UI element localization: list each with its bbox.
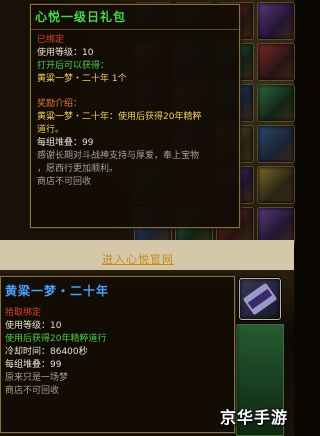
reward-line: 道行。 bbox=[37, 125, 65, 135]
stack-count: 每组堆叠：99 bbox=[37, 138, 94, 148]
flavor-text: ，愿西行更加顺利。 bbox=[37, 164, 119, 174]
site-watermark: 京华手游 bbox=[219, 408, 288, 427]
scroll-icon bbox=[243, 283, 277, 315]
inventory-slot[interactable] bbox=[257, 2, 295, 40]
tooltip-header: 心悦一级日礼包 bbox=[31, 5, 239, 30]
shop-note: 商店不可回收 bbox=[37, 177, 92, 187]
inventory-slot[interactable] bbox=[257, 84, 295, 122]
item-effect: 使用后获得20年精粹道行 bbox=[5, 334, 107, 344]
tooltip-header: 黄粱一梦・二十年 bbox=[1, 277, 234, 305]
stack-count: 每组堆叠：99 bbox=[5, 360, 62, 370]
shop-note: 商店不可回收 bbox=[5, 386, 60, 396]
scroll-item-icon[interactable] bbox=[239, 278, 281, 320]
bound-status: 已绑定 bbox=[37, 35, 65, 45]
inventory-slot[interactable] bbox=[257, 166, 295, 204]
flavor-text: 感谢长期对斗战神支持与厚爱，奉上宝物 bbox=[37, 151, 200, 161]
bind-type: 拾取绑定 bbox=[5, 308, 42, 318]
item-detail-tooltip: 黄粱一梦・二十年 拾取绑定 使用等级：10 使用后获得20年精粹道行 冷却时间：… bbox=[0, 276, 235, 433]
reward-label: 奖励介绍： bbox=[37, 99, 83, 109]
item-title: 心悦一级日礼包 bbox=[35, 9, 127, 24]
use-level: 使用等级：10 bbox=[37, 48, 94, 58]
inventory-slot[interactable] bbox=[257, 125, 295, 163]
tooltip-body: 已绑定 使用等级：10 打开后可以获得： 黄粱一梦・二十年 1个 奖励介绍： 黄… bbox=[31, 30, 239, 193]
obtain-label: 打开后可以获得： bbox=[37, 61, 110, 71]
cooldown: 冷却时间：86400秒 bbox=[5, 347, 88, 357]
flavor-text: 原来只是一场梦 bbox=[5, 373, 69, 383]
use-level: 使用等级：10 bbox=[5, 321, 62, 331]
gift-pack-tooltip: 心悦一级日礼包 已绑定 使用等级：10 打开后可以获得： 黄粱一梦・二十年 1个… bbox=[30, 4, 240, 228]
inventory-slot[interactable] bbox=[257, 43, 295, 81]
tooltip-body: 拾取绑定 使用等级：10 使用后获得20年精粹道行 冷却时间：86400秒 每组… bbox=[1, 305, 234, 400]
obtain-item: 黄粱一梦・二十年 1个 bbox=[37, 74, 127, 84]
reward-line: 黄粱一梦・二十年：使用后获得20年精粹 bbox=[37, 112, 202, 122]
item-title: 黄粱一梦・二十年 bbox=[5, 283, 110, 298]
official-site-link[interactable]: 进入心悦官网 bbox=[102, 251, 174, 267]
